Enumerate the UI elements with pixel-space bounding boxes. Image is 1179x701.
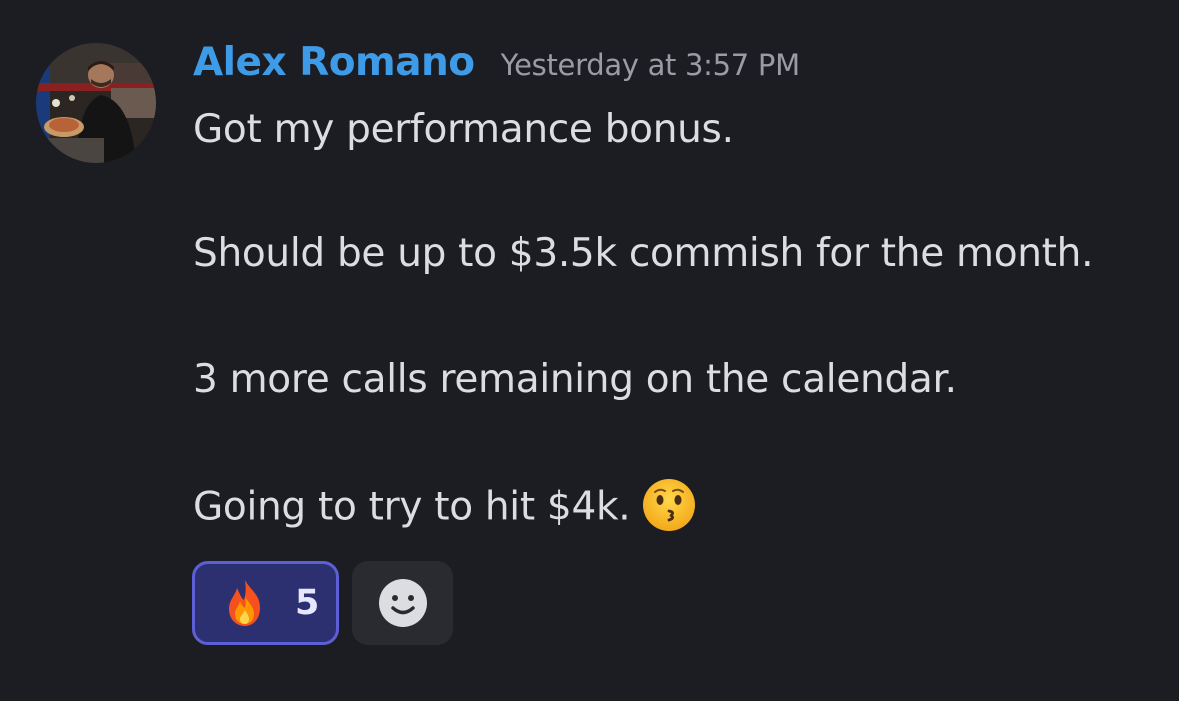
avatar-photo — [36, 43, 156, 163]
message-line-1: Got my performance bonus. — [193, 107, 734, 152]
message-line-4: Going to try to hit $4k. — [193, 479, 696, 536]
fire-emoji — [220, 578, 270, 628]
message-timestamp[interactable]: Yesterday at 3:57 PM — [501, 48, 801, 82]
message-line-2: Should be up to $3.5k commish for the mo… — [193, 231, 1094, 276]
reaction-fire[interactable]: 5 — [192, 561, 339, 645]
avatar[interactable] — [36, 43, 156, 163]
reactions-bar: 5 — [192, 561, 453, 645]
chat-message: Alex Romano Yesterday at 3:57 PM Got my … — [0, 0, 1179, 701]
add-reaction-button[interactable] — [352, 561, 453, 645]
author-name[interactable]: Alex Romano — [193, 40, 475, 85]
message-line-4-text: Going to try to hit $4k. — [193, 484, 631, 530]
reaction-count: 5 — [295, 583, 320, 623]
message-line-3: 3 more calls remaining on the calendar. — [193, 357, 957, 402]
message-header: Alex Romano Yesterday at 3:57 PM — [193, 40, 800, 92]
kissing-face-emoji — [642, 478, 696, 532]
smiley-icon — [378, 579, 427, 627]
